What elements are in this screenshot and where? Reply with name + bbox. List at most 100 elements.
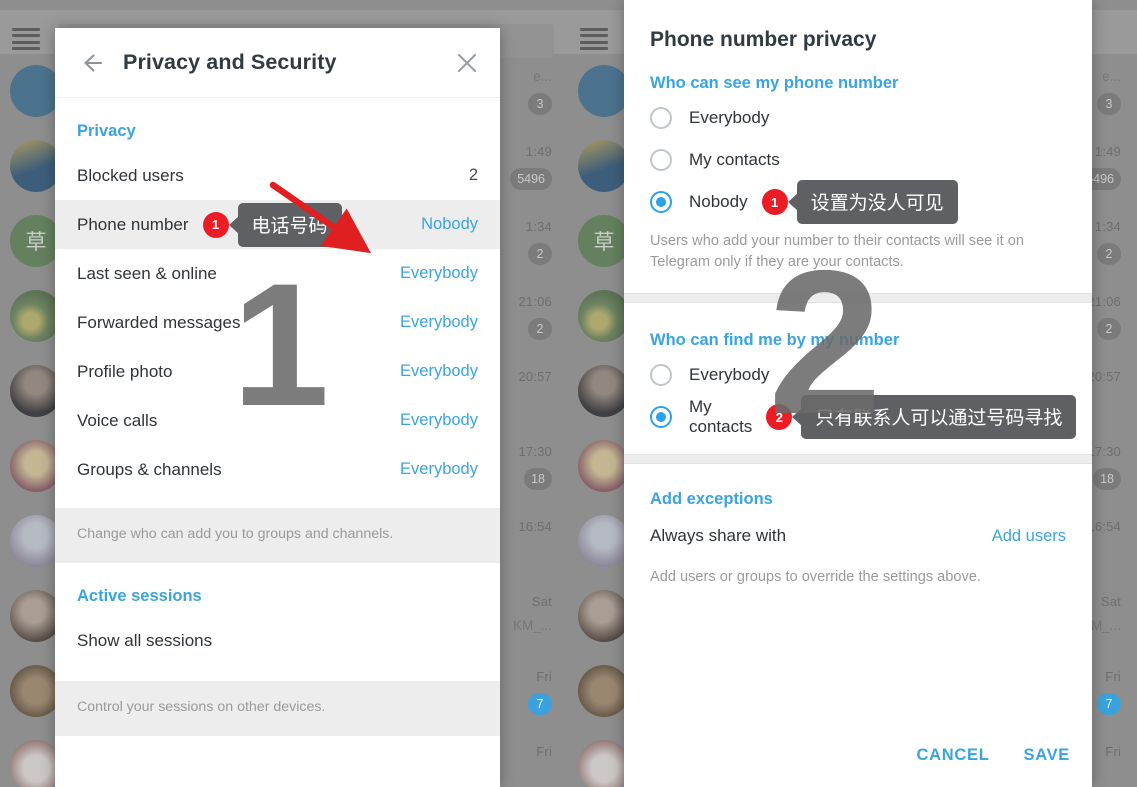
chat-time: 21:06 [1087, 294, 1121, 309]
row-label: Voice calls [77, 410, 158, 430]
radio-icon[interactable] [650, 364, 672, 387]
settings-row-last-seen[interactable]: Last seen & online Everybody [55, 249, 500, 298]
arrow-left-icon[interactable] [77, 49, 105, 77]
hint-groups-channels: Change who can add you to groups and cha… [55, 508, 500, 564]
hamburger-menu-icon[interactable] [580, 28, 608, 50]
settings-row-profile-photo[interactable]: Profile photo Everybody [55, 347, 500, 396]
section-header-who-can-see: Who can see my phone number [650, 74, 899, 92]
panel-header: Privacy and Security [55, 28, 500, 98]
description-who-can-see: Users who add your number to their conta… [650, 233, 1024, 271]
row-value: 2 [468, 166, 478, 184]
radio-option-see-nobody[interactable]: Nobody 1 设置为没人可见 [624, 180, 1092, 224]
radio-icon-selected[interactable] [650, 191, 672, 213]
row-label: Profile photo [77, 361, 173, 381]
section-header-add-exceptions: Add exceptions [650, 490, 773, 509]
row-label: Blocked users [77, 165, 184, 185]
section-divider [624, 293, 1092, 304]
chat-time: Fri [1105, 669, 1121, 684]
phone-number-privacy-dialog: Phone number privacy Who can see my phon… [624, 0, 1092, 787]
chat-time: Sat [1100, 594, 1121, 609]
chat-time: Fri [1105, 744, 1121, 759]
chat-time: 20:57 [518, 369, 552, 384]
radio-option-see-everybody[interactable]: Everybody [624, 97, 1092, 139]
step-tooltip: 电话号码 [237, 202, 342, 247]
close-icon[interactable] [454, 50, 480, 76]
chat-time: 16:54 [1087, 519, 1121, 534]
avatar [578, 365, 630, 417]
radio-label: Everybody [689, 108, 770, 127]
settings-row-voice-calls[interactable]: Voice calls Everybody [55, 396, 500, 445]
left-half: Search e... 3 1:49 5496 [0, 0, 568, 787]
exception-row-always-share-with[interactable]: Always share with Add users [624, 513, 1092, 559]
radio-icon-selected[interactable] [650, 406, 672, 429]
settings-row-forwarded-messages[interactable]: Forwarded messages Everybody [55, 298, 500, 347]
radio-label: My contacts [689, 397, 753, 437]
chat-time: 17:30 [1087, 444, 1121, 459]
chat-time: Fri [536, 744, 552, 759]
privacy-and-security-panel: Privacy and Security Privacy Blocked use… [55, 28, 500, 787]
row-label: Last seen & online [77, 263, 217, 283]
radio-label: My contacts [689, 150, 780, 169]
row-label: Phone number [77, 214, 189, 234]
row-value: Everybody [400, 264, 478, 282]
chat-time: 21:06 [518, 294, 552, 309]
unread-badge: 7 [1097, 693, 1121, 715]
unread-badge: 2 [1097, 318, 1121, 340]
step-marker: 1 [761, 189, 788, 215]
chat-time: 1:49 [1094, 144, 1121, 159]
avatar [578, 140, 630, 192]
chat-time: 1:49 [525, 144, 552, 159]
settings-row-show-all-sessions[interactable]: Show all sessions [55, 616, 500, 665]
row-value: Everybody [400, 313, 478, 331]
save-button[interactable]: SAVE [1023, 746, 1070, 765]
unread-badge: 2 [1097, 243, 1121, 265]
settings-row-blocked-users[interactable]: Blocked users 2 [55, 151, 500, 200]
avatar [578, 590, 630, 642]
row-value: Nobody [421, 215, 478, 233]
chat-time: 20:57 [1087, 369, 1121, 384]
hamburger-menu-icon[interactable] [12, 28, 40, 50]
annotation-step-2: 1 设置为没人可见 [761, 180, 958, 224]
description-add-exceptions: Add users or groups to override the sett… [650, 569, 981, 586]
row-label: Groups & channels [77, 459, 222, 479]
add-users-link[interactable]: Add users [992, 527, 1066, 546]
row-label: Forwarded messages [77, 312, 241, 332]
step-marker: 2 [766, 404, 793, 431]
radio-option-find-my-contacts[interactable]: My contacts 2 只有联系人可以通过号码寻找 [624, 395, 1092, 440]
step-tooltip: 只有联系人可以通过号码寻找 [801, 395, 1077, 440]
section-divider [624, 454, 1092, 465]
avatar [578, 65, 630, 117]
row-label: Show all sessions [77, 630, 213, 650]
unread-badge: 5496 [510, 168, 552, 190]
hint-sessions: Control your sessions on other devices. [55, 681, 500, 737]
unread-badge: 2 [528, 243, 552, 265]
radio-icon[interactable] [650, 107, 672, 129]
avatar [578, 665, 630, 717]
radio-label: Everybody [689, 365, 770, 385]
dialog-actions: CANCEL SAVE [917, 746, 1070, 765]
radio-icon[interactable] [650, 149, 672, 171]
chat-time: 1:34 [525, 219, 552, 234]
annotation-step-3: 2 只有联系人可以通过号码寻找 [766, 395, 1077, 440]
radio-option-find-everybody[interactable]: Everybody [624, 354, 1092, 396]
dialog-title: Phone number privacy [650, 28, 877, 51]
right-half: e... 3 1:49 5496 草 1:34 2 21:06 2 20:57 … [568, 0, 1137, 787]
row-value: Everybody [400, 362, 478, 380]
section-header-active-sessions: Active sessions [77, 587, 202, 606]
radio-option-see-my-contacts[interactable]: My contacts [624, 139, 1092, 181]
settings-row-groups-channels[interactable]: Groups & channels Everybody [55, 445, 500, 494]
chat-time: 17:30 [518, 444, 552, 459]
settings-row-phone-number[interactable]: Phone number 1 电话号码 Nobody [55, 200, 500, 249]
step-tooltip: 设置为没人可见 [796, 180, 958, 224]
page-title: Privacy and Security [123, 50, 337, 74]
radio-label: Nobody [689, 192, 748, 211]
unread-badge: 18 [524, 468, 552, 490]
row-value: Everybody [400, 411, 478, 429]
chat-preview: KM_... [512, 618, 552, 633]
screenshot-root: Search e... 3 1:49 5496 [0, 0, 1137, 787]
row-label: Always share with [650, 526, 787, 546]
unread-badge: 2 [528, 318, 552, 340]
chat-preview: e... [1102, 69, 1121, 84]
cancel-button[interactable]: CANCEL [917, 746, 990, 765]
avatar [578, 440, 630, 492]
